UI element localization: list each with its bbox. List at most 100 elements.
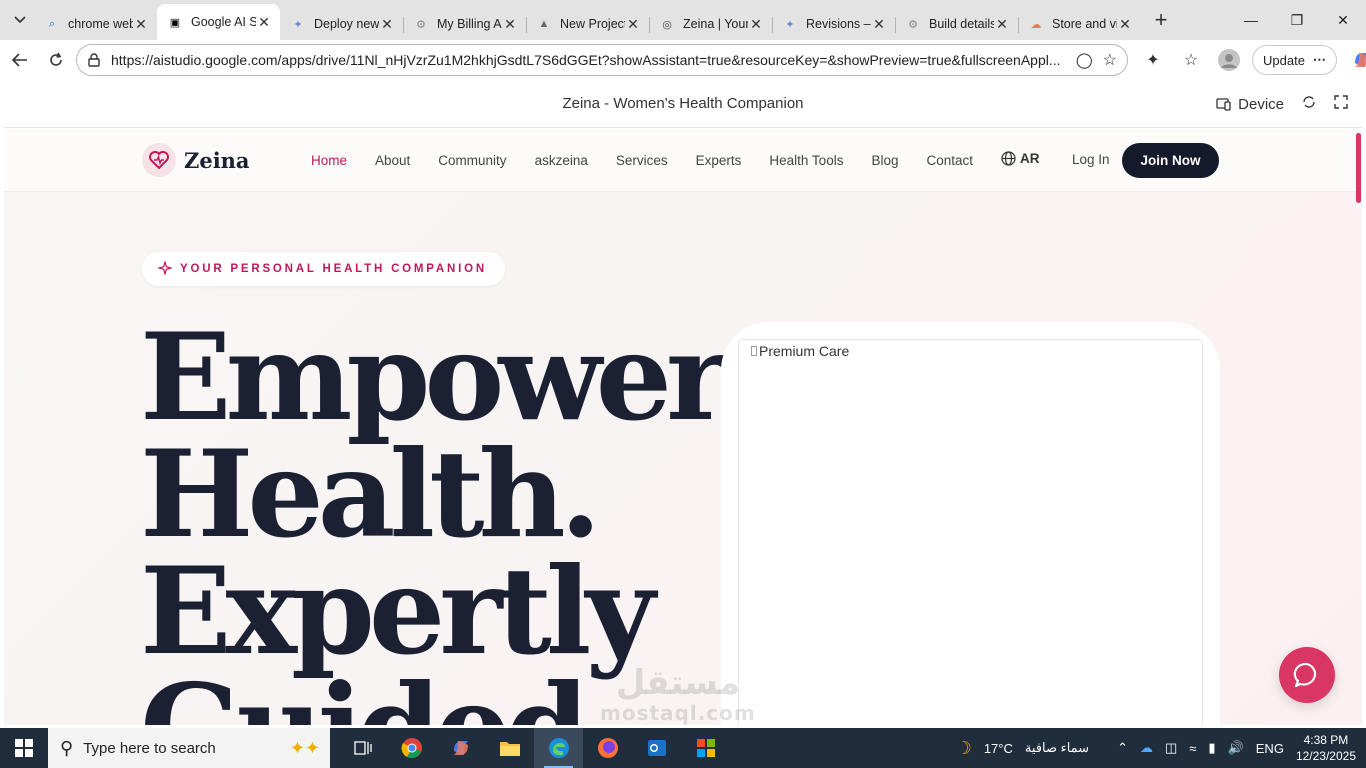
address-bar[interactable]: https://aistudio.google.com/apps/drive/1… (76, 44, 1128, 76)
nav-health-tools[interactable]: Health Tools (769, 153, 843, 168)
chrome-icon[interactable] (387, 728, 436, 768)
browser-tab[interactable]: ◎ Zeina | Your ✕ (649, 8, 772, 40)
tab-title: My Billing Ac (437, 17, 502, 31)
meet-icon[interactable]: ◫ (1165, 740, 1177, 756)
windows-taskbar: ⚲ Type here to search ✦✦ ☽ 17°C سماء صاف… (0, 728, 1366, 768)
store-icon[interactable] (681, 728, 730, 768)
hero-line: Health. (140, 424, 602, 565)
chat-bubble-icon (1293, 662, 1317, 688)
profile-avatar[interactable] (1210, 49, 1248, 71)
show-hidden-icons[interactable]: ⌃ (1117, 740, 1128, 756)
chat-button[interactable] (1279, 647, 1335, 703)
outlook-icon[interactable] (632, 728, 681, 768)
nav-services[interactable]: Services (616, 153, 668, 168)
back-button[interactable] (2, 44, 38, 76)
gear-favicon-icon: ⚙ (416, 18, 426, 31)
file-explorer-icon[interactable] (485, 728, 534, 768)
nav-blog[interactable]: Blog (871, 153, 898, 168)
browser-tab[interactable]: ▣ Google AI St ✕ (157, 4, 280, 40)
nav-contact[interactable]: Contact (926, 153, 973, 168)
globe-favicon-icon: ◎ (662, 18, 672, 31)
nav-home[interactable]: Home (311, 153, 347, 168)
taskbar-search[interactable]: ⚲ Type here to search ✦✦ (48, 728, 330, 768)
close-window-button[interactable]: ✕ (1320, 0, 1366, 40)
close-tab-icon[interactable]: ✕ (256, 14, 272, 31)
minimize-button[interactable]: — (1228, 0, 1274, 40)
url-text[interactable]: https://aistudio.google.com/apps/drive/1… (111, 52, 1061, 68)
browser-tab[interactable]: ⚙ Build details ✕ (895, 8, 1018, 40)
moon-weather-icon[interactable]: ☽ (956, 738, 972, 759)
hero-badge: YOUR PERSONAL HEALTH COMPANION (142, 252, 505, 286)
browser-toolbar: https://aistudio.google.com/apps/drive/1… (0, 40, 1366, 80)
weather-temp[interactable]: 17°C (984, 741, 1013, 756)
reading-mode-icon[interactable]: ◯ (1076, 51, 1093, 69)
deploy-favicon-icon: ✦ (785, 18, 795, 31)
preview-title: Zeina - Women's Health Companion (562, 95, 804, 112)
copilot-icon[interactable] (1343, 49, 1366, 71)
clock[interactable]: 4:38 PM 12/23/2025 (1296, 732, 1356, 764)
globe-icon (1001, 151, 1016, 166)
brand-name: Zeina (184, 147, 250, 173)
close-tab-icon[interactable]: ✕ (994, 16, 1010, 33)
browser-tab[interactable]: ⌕ chrome web ✕ (34, 8, 157, 40)
maximize-button[interactable]: ❐ (1274, 0, 1320, 40)
browser-tab[interactable]: ⚙ My Billing Ac ✕ (403, 8, 526, 40)
start-button[interactable] (0, 728, 48, 768)
brand-logo[interactable]: Zeina (142, 143, 250, 177)
chevron-down-icon (14, 16, 26, 24)
edge-icon[interactable] (534, 728, 583, 768)
tab-title: Store and vi (1052, 17, 1117, 31)
reload-button[interactable] (38, 44, 74, 76)
fullscreen-icon[interactable] (1334, 95, 1348, 113)
close-tab-icon[interactable]: ✕ (133, 16, 149, 33)
favorite-star-icon[interactable]: ☆ (1103, 50, 1117, 70)
nav-askzeina[interactable]: askzeina (535, 153, 588, 168)
site-info-icon[interactable] (87, 53, 101, 67)
nav-community[interactable]: Community (438, 153, 506, 168)
close-tab-icon[interactable]: ✕ (625, 16, 641, 33)
close-tab-icon[interactable]: ✕ (1117, 16, 1133, 33)
wifi-icon[interactable]: ≈ (1189, 741, 1196, 756)
update-button[interactable]: Update ⋯ (1252, 45, 1337, 75)
nav-about[interactable]: About (375, 153, 410, 168)
cloud-favicon-icon: ☁ (1030, 18, 1042, 31)
firefox-icon[interactable] (583, 728, 632, 768)
battery-icon[interactable]: ▮ (1208, 740, 1215, 756)
nav-experts[interactable]: Experts (696, 153, 742, 168)
join-now-button[interactable]: Join Now (1122, 143, 1219, 178)
device-toggle-button[interactable]: Device (1216, 96, 1284, 113)
search-icon: ⚲ (60, 737, 74, 758)
input-language[interactable]: ENG (1256, 741, 1284, 756)
tab-title: Google AI St (191, 15, 256, 29)
language-label: AR (1020, 151, 1040, 166)
close-tab-icon[interactable]: ✕ (748, 16, 764, 33)
favorites-icon[interactable]: ☆ (1172, 50, 1210, 70)
image-alt-text: Premium Care (751, 343, 849, 359)
volume-icon[interactable]: 🔊 (1228, 740, 1244, 756)
onedrive-icon[interactable]: ☁ (1140, 740, 1153, 756)
deploy-favicon-icon: ✦ (293, 18, 303, 31)
tab-title: Deploy new (314, 17, 379, 31)
site-viewport: Zeina Home About Community askzeina Services… (4, 129, 1362, 725)
task-view-icon[interactable] (338, 728, 387, 768)
language-switch[interactable]: AR (1001, 151, 1040, 166)
new-tab-button[interactable]: + (1145, 7, 1177, 33)
broken-image-icon (751, 346, 757, 356)
tab-search-button[interactable] (6, 6, 34, 34)
close-tab-icon[interactable]: ✕ (379, 16, 395, 33)
browser-tab-strip: ⌕ chrome web ✕ ▣ Google AI St ✕ ✦ Deploy new ✕ ⚙ M… (0, 0, 1366, 40)
heart-logo-icon (142, 143, 176, 177)
close-tab-icon[interactable]: ✕ (871, 16, 887, 33)
refresh-preview-icon[interactable] (1302, 95, 1316, 113)
browser-tab[interactable]: ▲ New Project ✕ (526, 8, 649, 40)
login-link[interactable]: Log In (1072, 152, 1110, 167)
browser-tab[interactable]: ✦ Revisions – c✕ (772, 8, 895, 40)
browser-tab[interactable]: ☁ Store and vi ✕ (1018, 8, 1141, 40)
weather-description[interactable]: سماء صافية (1025, 740, 1089, 756)
close-tab-icon[interactable]: ✕ (502, 16, 518, 33)
page-scrollbar[interactable] (1356, 133, 1361, 203)
hero-line: Expertly (140, 541, 655, 682)
browser-tab[interactable]: ✦ Deploy new ✕ (280, 8, 403, 40)
extensions-icon[interactable]: ✦ (1134, 50, 1172, 70)
copilot-app-icon[interactable] (436, 728, 485, 768)
